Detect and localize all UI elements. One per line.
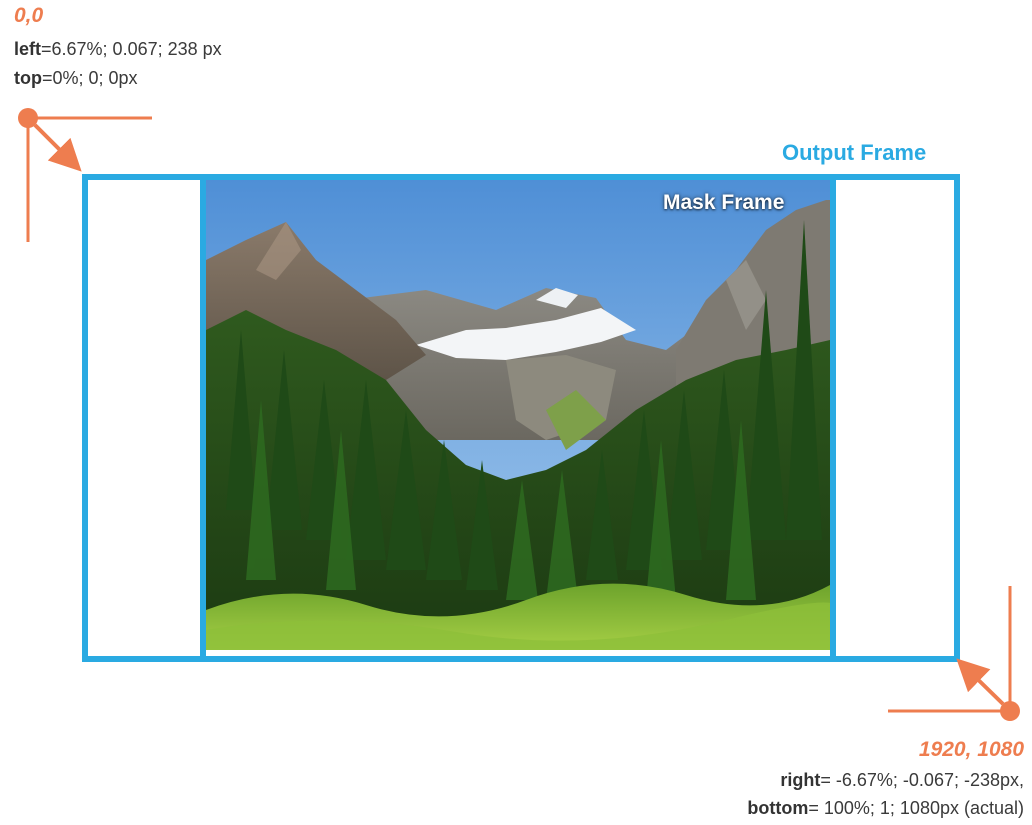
corner-markers — [18, 108, 1020, 721]
end-bottom-value: = 100%; 1; 1080px (actual) — [808, 798, 1024, 818]
end-bottom-spec: bottom= 100%; 1; 1080px (actual) — [747, 797, 1024, 820]
end-arrow-icon — [956, 658, 1005, 706]
end-right-spec: right= -6.67%; -0.067; -238px, — [780, 769, 1024, 792]
end-right-value: = -6.67%; -0.067; -238px, — [820, 770, 1024, 790]
origin-arrow-icon — [33, 123, 82, 172]
end-coordinate-title: 1920, 1080 — [918, 738, 1024, 761]
end-right-key: right — [780, 770, 821, 790]
end-bottom-key: bottom — [747, 798, 809, 818]
